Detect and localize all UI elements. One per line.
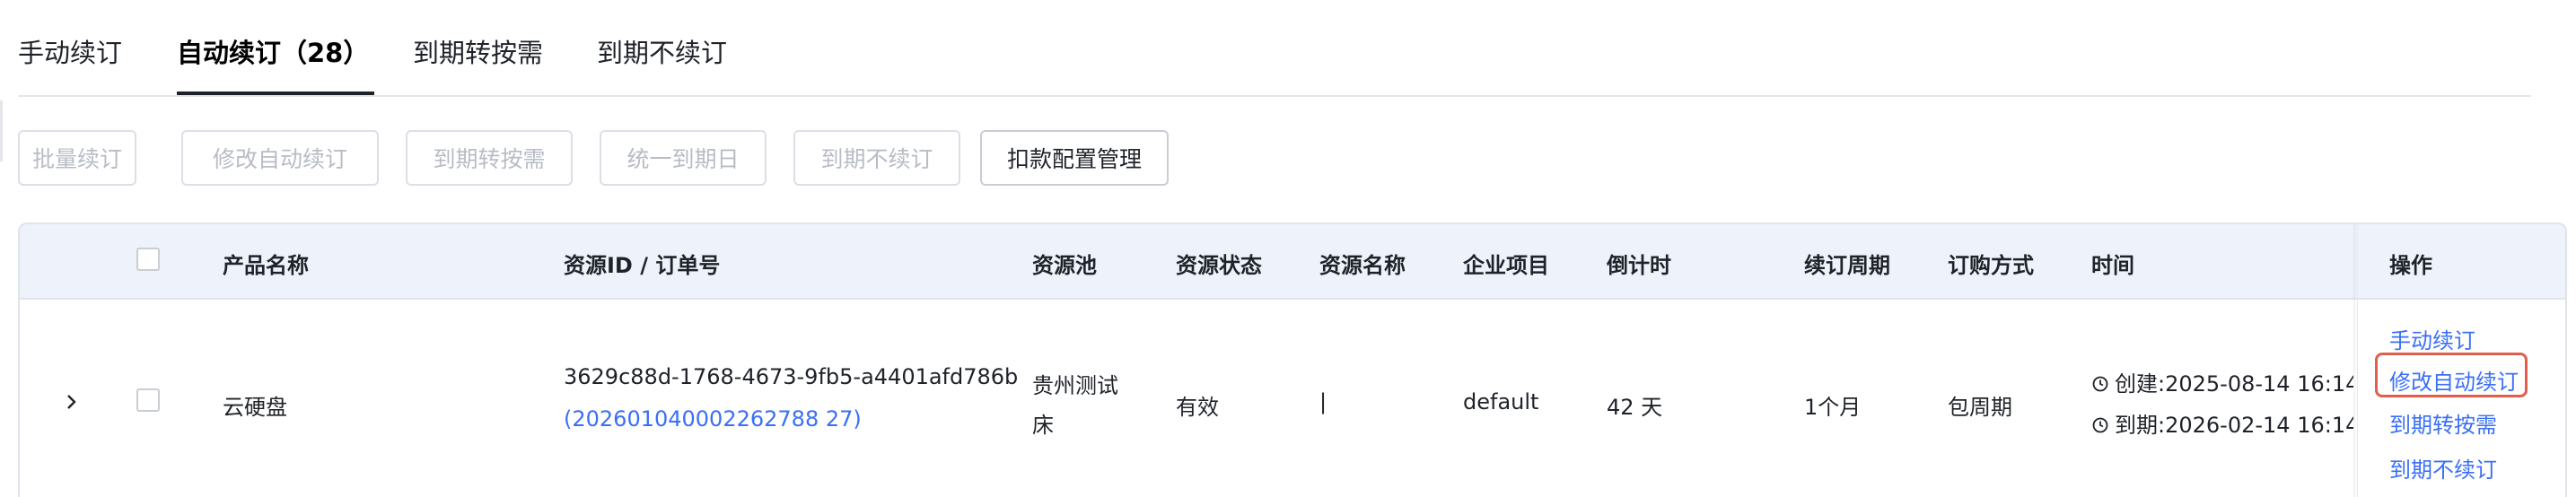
expiry-time-text: 到期:2026-02-14 16:14:35: [2115, 413, 2353, 438]
header-resource-name: 资源名称: [1319, 253, 1406, 278]
tab-auto-renew[interactable]: 自动续订（28）: [177, 32, 369, 70]
manual-renew-link[interactable]: 手动续订: [2389, 323, 2475, 354]
header-enterprise-project: 企业项目: [1463, 253, 1549, 278]
header-resource-pool: 资源池: [1032, 253, 1097, 278]
cell-purchase-method: 包周期: [1948, 395, 2012, 420]
clock-icon: [2092, 417, 2108, 433]
clock-icon: [2092, 376, 2108, 392]
cell-countdown: 42 天: [1607, 395, 1663, 420]
created-time-text: 创建:2025-08-14 16:14:41: [2115, 371, 2353, 397]
no-renew-link[interactable]: 到期不续订: [2389, 452, 2497, 484]
header-product-name: 产品名称: [223, 253, 309, 278]
header-resource-status: 资源状态: [1176, 253, 1262, 278]
modify-auto-renew-button[interactable]: 修改自动续订: [181, 130, 379, 186]
to-on-demand-button[interactable]: 到期转按需: [406, 130, 573, 186]
renewal-tabs: 手动续订 自动续订（28） 到期转按需 到期不续订: [18, 0, 2531, 97]
deduction-config-button[interactable]: 扣款配置管理: [980, 130, 1169, 186]
cell-resource-status: 有效: [1176, 395, 1219, 420]
cell-created-time: 创建:2025-08-14 16:14:41: [2091, 366, 2353, 397]
tab-manual-renew[interactable]: 手动续订: [18, 32, 122, 70]
batch-renew-button[interactable]: 批量续订: [18, 130, 136, 186]
header-countdown: 倒计时: [1607, 253, 1671, 278]
action-toolbar: 批量续订 修改自动续订 到期转按需 统一到期日 到期不续订 扣款配置管理: [0, 130, 1257, 187]
header-renew-period: 续订周期: [1804, 253, 1890, 278]
select-all-checkbox[interactable]: [136, 248, 160, 271]
row-checkbox[interactable]: [136, 388, 160, 412]
modify-auto-renew-link[interactable]: 修改自动续订: [2389, 364, 2519, 396]
no-renew-button[interactable]: 到期不续订: [793, 130, 960, 186]
unify-expiry-button[interactable]: 统一到期日: [600, 130, 767, 186]
header-resource-id: 资源ID / 订单号: [564, 253, 721, 278]
order-number-link[interactable]: (202601040002262788 27): [564, 406, 862, 432]
subscription-table: 产品名称 资源ID / 订单号 资源池 资源状态 资源名称 企业项目 倒计时 续…: [18, 222, 2567, 497]
header-time: 时间: [2091, 253, 2134, 278]
active-tab-indicator: [177, 92, 374, 95]
tab-to-on-demand[interactable]: 到期转按需: [413, 32, 543, 70]
cell-resource-pool-line2: 床: [1032, 413, 1054, 438]
tab-no-renew[interactable]: 到期不续订: [597, 32, 727, 70]
header-purchase-method: 订购方式: [1948, 253, 2034, 278]
to-on-demand-link[interactable]: 到期转按需: [2389, 407, 2497, 439]
cell-resource-pool-line1: 贵州测试: [1032, 373, 1118, 398]
cell-renew-period: 1个月: [1804, 395, 1862, 420]
cell-resource-id: 3629c88d-1768-4673-9fb5-a4401afd786b: [564, 364, 1019, 389]
cell-resource-name: |: [1319, 389, 1327, 414]
table-header: 产品名称 资源ID / 订单号 资源池 资源状态 资源名称 企业项目 倒计时 续…: [20, 224, 2565, 300]
chevron-right-icon[interactable]: [57, 388, 86, 416]
cell-enterprise-project: default: [1463, 389, 1539, 414]
cell-product-name: 云硬盘: [223, 395, 287, 420]
cell-expiry-time: 到期:2026-02-14 16:14:35: [2091, 407, 2353, 439]
